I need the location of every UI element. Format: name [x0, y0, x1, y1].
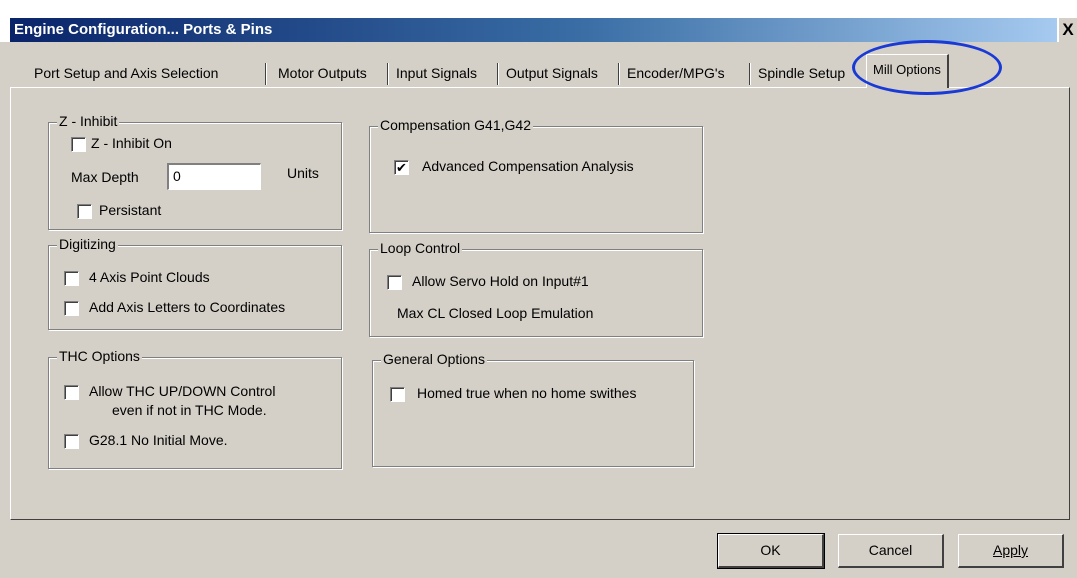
thc-options-legend: THC Options [57, 348, 142, 364]
homed-checkbox[interactable] [390, 387, 405, 402]
axis-letters-label: Add Axis Letters to Coordinates [89, 299, 286, 315]
thc-updown-label-line2: even if not in THC Mode. [112, 402, 267, 418]
apply-label: Apply [992, 542, 1029, 558]
tab-separator [265, 63, 267, 85]
close-button[interactable]: X [1059, 18, 1077, 42]
compensation-group: Compensation G41,G42 ✔ Advanced Compensa… [369, 117, 703, 233]
point-clouds-checkbox[interactable] [64, 271, 79, 286]
axis-letters-checkbox[interactable] [64, 301, 79, 316]
loop-control-group: Loop Control Allow Servo Hold on Input#1… [369, 240, 703, 337]
general-options-legend: General Options [381, 351, 487, 367]
ok-button[interactable]: OK [717, 533, 825, 569]
apply-button[interactable]: Apply [958, 534, 1064, 568]
digitizing-legend: Digitizing [57, 236, 118, 252]
compensation-legend: Compensation G41,G42 [378, 117, 533, 133]
max-cl-label: Max CL Closed Loop Emulation [397, 305, 594, 321]
z-inhibit-on-label: Z - Inhibit On [91, 135, 172, 151]
digitizing-group: Digitizing 4 Axis Point Clouds Add Axis … [48, 236, 342, 330]
tab-output-signals[interactable]: Output Signals [500, 59, 604, 87]
highlight-oval-annotation [852, 40, 1002, 95]
thc-options-group: THC Options Allow THC UP/DOWN Control ev… [48, 348, 342, 469]
advanced-compensation-label: Advanced Compensation Analysis [422, 158, 634, 174]
tab-separator [618, 63, 620, 85]
z-inhibit-group: Z - Inhibit Z - Inhibit On Max Depth 0 U… [48, 113, 342, 230]
tab-input-signals[interactable]: Input Signals [390, 59, 483, 87]
z-inhibit-legend: Z - Inhibit [57, 113, 120, 129]
tab-encoder-mpg[interactable]: Encoder/MPG's [621, 59, 731, 87]
general-options-group: General Options Homed true when no home … [372, 351, 694, 467]
engine-config-dialog: Engine Configuration... Ports & Pins X P… [0, 0, 1077, 578]
z-inhibit-on-checkbox[interactable] [71, 137, 86, 152]
mill-options-panel: Z - Inhibit Z - Inhibit On Max Depth 0 U… [10, 87, 1070, 520]
thc-updown-checkbox[interactable] [64, 385, 79, 400]
cancel-button[interactable]: Cancel [838, 534, 944, 568]
tab-spindle-setup[interactable]: Spindle Setup [752, 59, 851, 87]
servo-hold-checkbox[interactable] [387, 275, 402, 290]
g28-checkbox[interactable] [64, 434, 79, 449]
homed-label: Homed true when no home swithes [417, 385, 637, 401]
tab-separator [387, 63, 389, 85]
persistant-checkbox[interactable] [77, 204, 92, 219]
tab-motor-outputs[interactable]: Motor Outputs [272, 59, 373, 87]
servo-hold-label: Allow Servo Hold on Input#1 [412, 273, 589, 289]
g28-label: G28.1 No Initial Move. [89, 432, 228, 448]
tab-separator [749, 63, 751, 85]
title-bar: Engine Configuration... Ports & Pins X [0, 0, 1077, 42]
advanced-compensation-checkbox[interactable]: ✔ [394, 160, 409, 175]
window-title: Engine Configuration... Ports & Pins [14, 21, 273, 38]
tab-port-setup[interactable]: Port Setup and Axis Selection [28, 59, 224, 87]
max-depth-input[interactable]: 0 [167, 163, 261, 190]
units-label: Units [287, 165, 319, 181]
persistant-label: Persistant [99, 202, 162, 218]
max-depth-label: Max Depth [71, 169, 139, 185]
thc-updown-label-line1: Allow THC UP/DOWN Control [89, 383, 276, 399]
tab-separator [497, 63, 499, 85]
point-clouds-label: 4 Axis Point Clouds [89, 269, 210, 285]
loop-control-legend: Loop Control [378, 240, 463, 256]
